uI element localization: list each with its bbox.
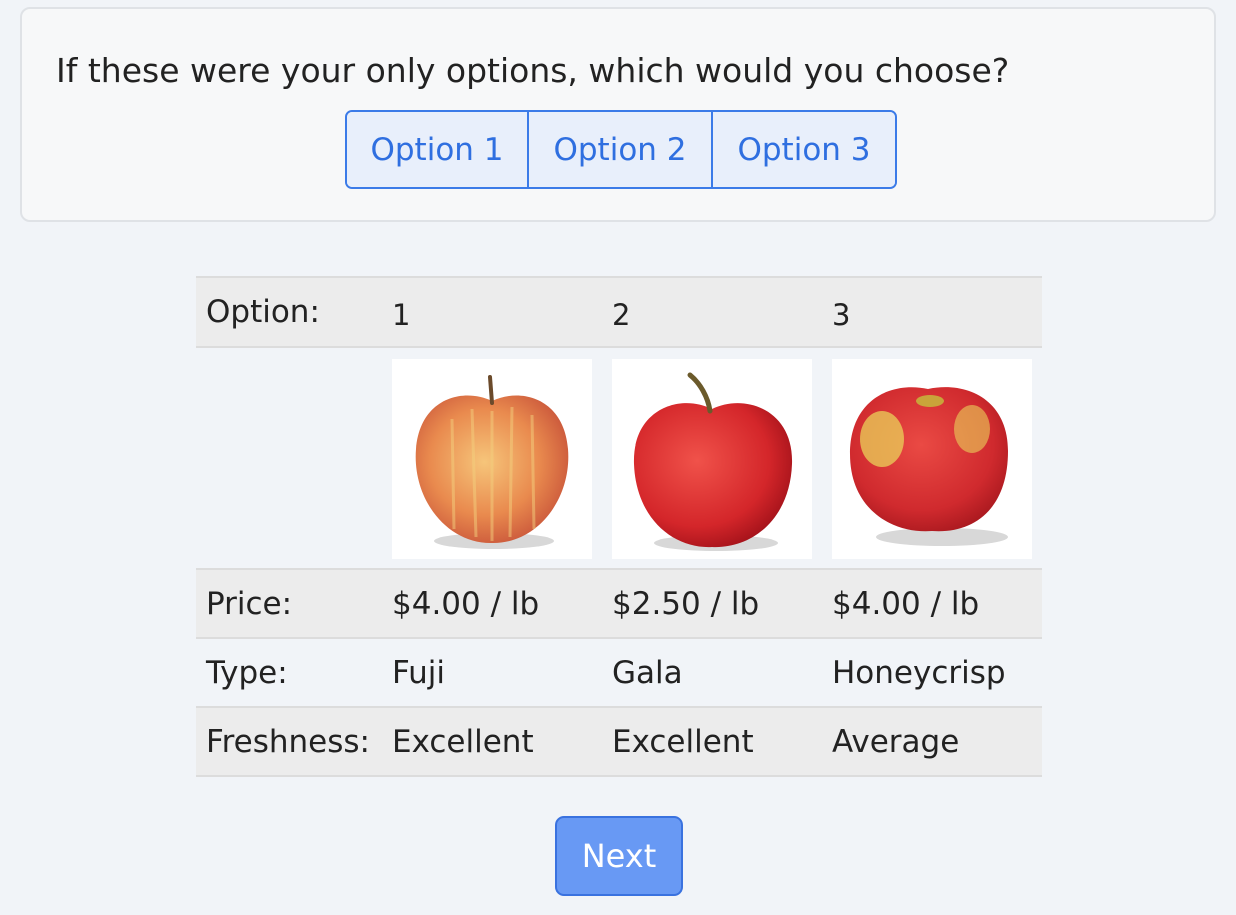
fuji-apple-image bbox=[392, 359, 592, 559]
freshness-row: Freshness: Excellent Excellent Average bbox=[196, 707, 1042, 776]
table-image-row bbox=[196, 347, 1042, 569]
freshness-label: Freshness: bbox=[206, 723, 370, 760]
freshness-value-1: Excellent bbox=[392, 723, 534, 760]
type-value-1: Fuji bbox=[392, 654, 446, 691]
table-header-row: Option: 1 2 3 bbox=[196, 277, 1042, 347]
option-1-button[interactable]: Option 1 bbox=[347, 112, 527, 187]
option-number-3: 3 bbox=[832, 298, 851, 332]
option-number-1: 1 bbox=[392, 298, 411, 332]
question-card: If these were your only options, which w… bbox=[20, 7, 1216, 222]
empty-label-cell bbox=[196, 347, 382, 569]
price-row: Price: $4.00 / lb $2.50 / lb $4.00 / lb bbox=[196, 569, 1042, 638]
honeycrisp-apple-image bbox=[832, 359, 1032, 559]
type-value-3: Honeycrisp bbox=[832, 654, 1006, 691]
option-2-button[interactable]: Option 2 bbox=[527, 112, 711, 187]
comparison-table: Option: 1 2 3 Price: $4.00 / lb $2.50 / … bbox=[196, 276, 1042, 777]
price-value-3: $4.00 / lb bbox=[832, 585, 980, 622]
price-label: Price: bbox=[206, 585, 293, 622]
type-value-2: Gala bbox=[612, 654, 683, 691]
price-value-2: $2.50 / lb bbox=[612, 585, 760, 622]
next-button[interactable]: Next bbox=[555, 816, 683, 896]
option-3-button[interactable]: Option 3 bbox=[711, 112, 895, 187]
type-label: Type: bbox=[206, 654, 288, 691]
option-label: Option: bbox=[206, 294, 320, 330]
option-number-2: 2 bbox=[612, 298, 631, 332]
question-text: If these were your only options, which w… bbox=[56, 51, 1010, 90]
gala-apple-image bbox=[612, 359, 812, 559]
option-button-group: Option 1 Option 2 Option 3 bbox=[345, 110, 897, 189]
freshness-value-3: Average bbox=[832, 723, 960, 760]
type-row: Type: Fuji Gala Honeycrisp bbox=[196, 638, 1042, 707]
price-value-1: $4.00 / lb bbox=[392, 585, 540, 622]
freshness-value-2: Excellent bbox=[612, 723, 754, 760]
